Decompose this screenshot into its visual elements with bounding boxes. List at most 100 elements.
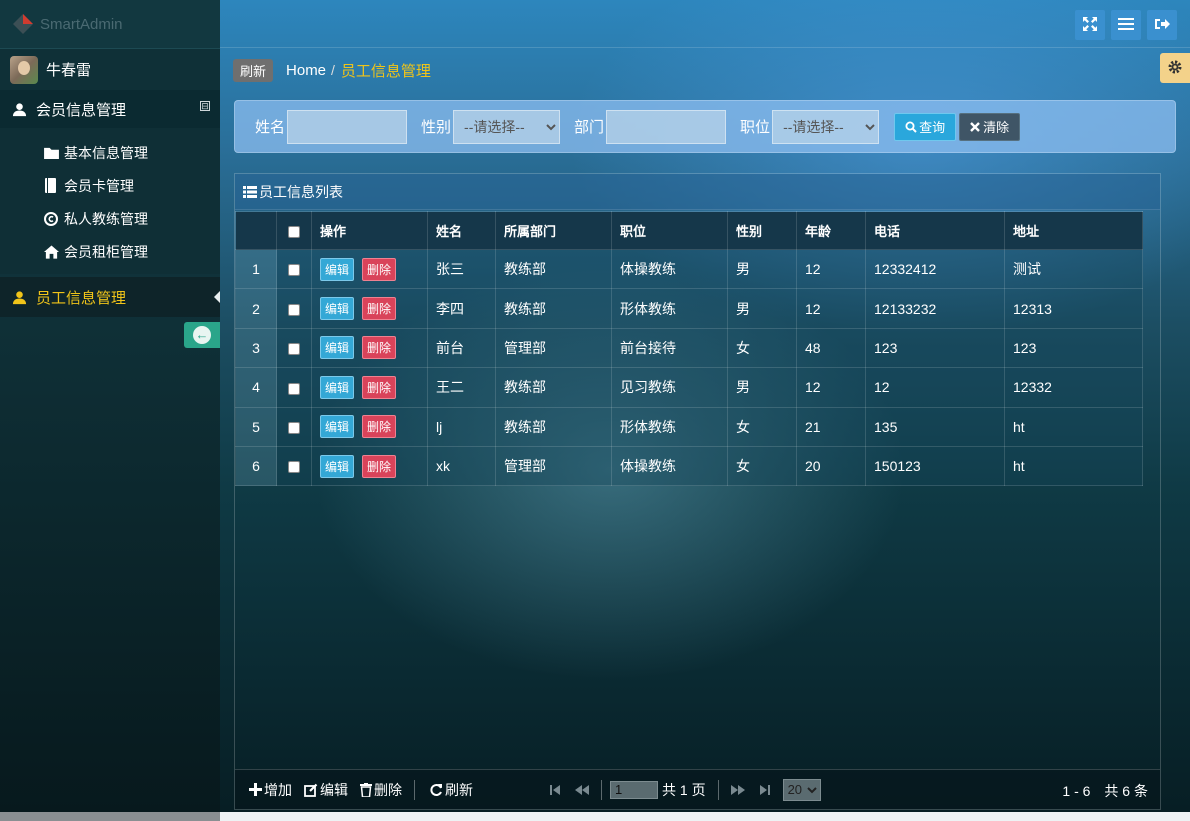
menu-icon — [1118, 17, 1134, 34]
first-page-icon[interactable] — [549, 784, 561, 796]
row-checkbox[interactable] — [288, 382, 300, 395]
delete-button[interactable]: 删除 — [362, 257, 397, 281]
row-checkbox[interactable] — [288, 422, 300, 435]
logout-button[interactable] — [1147, 10, 1177, 40]
collapse-toggle-icon[interactable]: ⊟ — [200, 101, 210, 111]
edit-button[interactable]: 编辑 — [320, 375, 355, 399]
refresh-badge[interactable]: 刷新 — [233, 58, 274, 82]
cell-position: 体操教练 — [611, 445, 728, 487]
prev-page-icon[interactable] — [575, 784, 589, 796]
refresh-label: 刷新 — [445, 781, 473, 798]
cell-position: 形体教练 — [611, 288, 728, 329]
sidebar-group-member-info[interactable]: 会员信息管理 ⊟ — [0, 90, 220, 128]
row-number: 2 — [235, 288, 277, 329]
table-row[interactable]: 2 编辑 删除 李四 教练部 形体教练 男 12 12133232 12313 — [235, 288, 1143, 329]
name-input[interactable] — [287, 109, 408, 144]
subnav: 基本信息管理 会员卡管理 私人教练管理 会员租柜管理 — [0, 128, 220, 274]
brand-logo-icon — [12, 13, 34, 35]
position-select[interactable]: --请选择-- — [772, 109, 880, 144]
breadcrumb-home[interactable]: Home — [286, 62, 326, 79]
clear-button[interactable]: 清除 — [959, 112, 1021, 141]
folder-icon — [44, 146, 60, 159]
staff-grid: 员工信息列表 操作 姓名 所属部门 职位 性别 年龄 电话 地址 1 编辑 删除… — [234, 173, 1161, 810]
cell-gender: 女 — [727, 406, 797, 447]
brand[interactable]: SmartAdmin — [0, 0, 220, 48]
row-checkbox[interactable] — [288, 343, 300, 356]
sidebar-item-locker[interactable]: 会员租柜管理 — [0, 235, 220, 268]
sidebar-item-member-card[interactable]: 会员卡管理 — [0, 169, 220, 202]
delete-toolbar-button[interactable]: 删除 — [360, 780, 402, 800]
breadcrumb-separator: / — [331, 62, 335, 78]
gender-select[interactable]: --请选择-- — [453, 109, 561, 144]
edit-button[interactable]: 编辑 — [320, 336, 355, 360]
cell-age: 20 — [796, 445, 866, 487]
bottom-scrollbar[interactable] — [0, 812, 1190, 821]
user-icon — [12, 290, 28, 305]
refresh-toolbar-button[interactable]: 刷新 — [429, 780, 473, 800]
sidebar-collapse-button[interactable]: ← — [184, 322, 220, 348]
query-button[interactable]: 查询 — [894, 112, 957, 141]
add-label: 增加 — [264, 781, 292, 798]
edit-button[interactable]: 编辑 — [320, 257, 355, 281]
cell-position: 体操教练 — [611, 248, 728, 290]
column-header[interactable]: 职位 — [611, 211, 728, 250]
edit-button[interactable]: 编辑 — [320, 415, 355, 439]
last-page-icon[interactable] — [759, 784, 771, 796]
column-header[interactable]: 操作 — [311, 211, 428, 250]
dept-input[interactable] — [606, 109, 727, 144]
cell-address: ht — [1004, 445, 1143, 487]
breadcrumb-current: 员工信息管理 — [340, 62, 431, 80]
table-row[interactable]: 1 编辑 删除 张三 教练部 体操教练 男 12 12332412 测试 — [235, 248, 1143, 290]
edit-button[interactable]: 编辑 — [320, 297, 355, 321]
cell-dept: 教练部 — [495, 288, 612, 329]
add-button[interactable]: 增加 — [249, 780, 292, 800]
delete-button[interactable]: 删除 — [362, 415, 397, 439]
column-header[interactable]: 年龄 — [796, 211, 866, 250]
user-icon — [12, 102, 28, 117]
next-page-icon[interactable] — [730, 784, 745, 796]
delete-button[interactable]: 删除 — [362, 454, 397, 478]
table-row[interactable]: 4 编辑 删除 王二 教练部 见习教练 男 12 12 12332 — [235, 367, 1143, 408]
row-select-cell — [276, 288, 312, 329]
table-header-row: 操作 姓名 所属部门 职位 性别 年龄 电话 地址 — [235, 211, 1143, 250]
fullscreen-button[interactable] — [1075, 10, 1105, 40]
user-profile[interactable]: 牛春雷 — [0, 48, 220, 90]
menu-button[interactable] — [1111, 10, 1141, 40]
column-header[interactable]: 所属部门 — [495, 211, 612, 250]
brand-name: SmartAdmin — [40, 15, 123, 33]
search-panel: 姓名 性别 --请选择-- 部门 职位 --请选择-- 查询 清除 — [234, 100, 1176, 153]
row-number: 3 — [235, 327, 277, 369]
cell-gender: 女 — [727, 327, 797, 369]
column-header[interactable]: 电话 — [865, 211, 1005, 250]
sidebar-group-label: 会员信息管理 — [36, 101, 127, 119]
sidebar-item-label: 会员卡管理 — [64, 177, 134, 194]
edit-button[interactable]: 编辑 — [320, 454, 355, 478]
sidebar-item-label: 会员租柜管理 — [64, 243, 148, 260]
sidebar-item-personal-trainer[interactable]: 私人教练管理 — [0, 202, 220, 235]
column-header[interactable]: 性别 — [727, 211, 797, 250]
column-header[interactable]: 姓名 — [427, 211, 496, 250]
page-total: 共 1 页 — [662, 781, 706, 798]
sidebar-item-label: 员工信息管理 — [36, 289, 127, 307]
edit-toolbar-button[interactable]: 编辑 — [304, 780, 348, 800]
delete-button[interactable]: 删除 — [362, 336, 397, 360]
scrollbar-thumb[interactable] — [0, 812, 220, 821]
row-checkbox[interactable] — [288, 303, 300, 316]
select-all-checkbox[interactable] — [288, 225, 300, 238]
page-size-select[interactable]: 20 — [782, 778, 821, 801]
row-checkbox[interactable] — [288, 264, 300, 277]
rownum-header — [235, 211, 277, 250]
sidebar-item-basic-info[interactable]: 基本信息管理 — [0, 136, 220, 169]
settings-button[interactable] — [1160, 53, 1190, 83]
delete-button[interactable]: 删除 — [362, 375, 397, 399]
table-row[interactable]: 5 编辑 删除 lj 教练部 形体教练 女 21 135 ht — [235, 406, 1143, 447]
row-checkbox[interactable] — [288, 461, 300, 474]
page-number-input[interactable] — [610, 780, 658, 799]
sidebar-item-staff-info[interactable]: 员工信息管理 — [0, 277, 221, 317]
table-row[interactable]: 3 编辑 删除 前台 管理部 前台接待 女 48 123 123 — [235, 327, 1143, 369]
cell-phone: 150123 — [865, 445, 1005, 487]
column-header[interactable]: 地址 — [1004, 211, 1143, 250]
row-select-cell — [276, 445, 312, 487]
table-row[interactable]: 6 编辑 删除 xk 管理部 体操教练 女 20 150123 ht — [235, 445, 1143, 487]
delete-button[interactable]: 删除 — [362, 297, 397, 321]
